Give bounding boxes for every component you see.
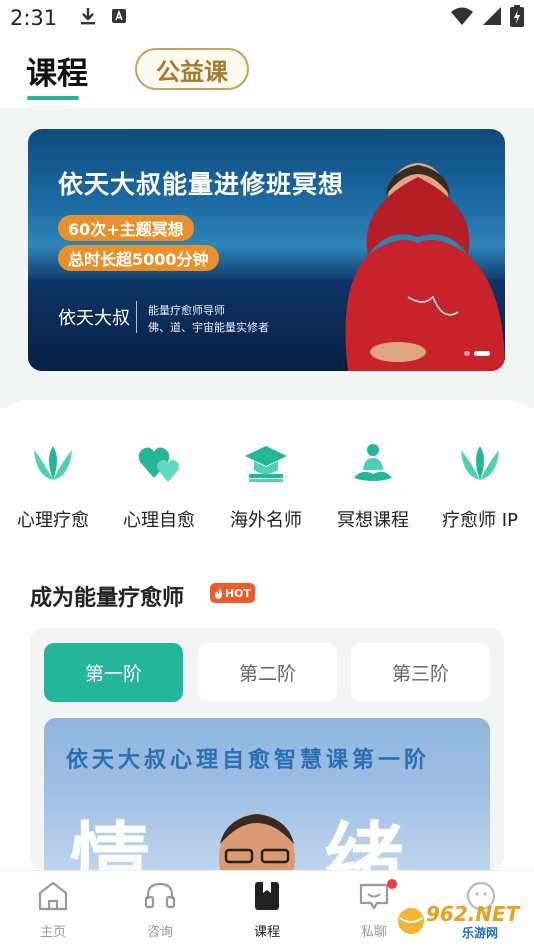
stage-tab-1[interactable]: 第一阶 xyxy=(44,643,183,702)
home-icon xyxy=(38,881,68,911)
watermark-logo: 962.NET 乐游网 xyxy=(396,898,530,944)
signal-icon xyxy=(482,6,502,30)
banner-title: 依天大叔能量进修班冥想 xyxy=(58,170,345,199)
nav-consult[interactable]: 咨询 xyxy=(120,879,200,940)
category-healer-ip[interactable]: 疗愈师 IP xyxy=(427,440,533,532)
tulip-icon xyxy=(34,446,72,480)
download-icon xyxy=(79,6,97,30)
category-psych-healing[interactable]: 心理疗愈 xyxy=(0,440,106,532)
banner-role-line-1: 能量疗愈师导师 xyxy=(148,304,225,317)
category-self-healing[interactable]: 心理自愈 xyxy=(106,440,212,532)
category-label: 海外名师 xyxy=(230,510,302,531)
category-label: 心理自愈 xyxy=(123,510,195,531)
tab-course[interactable]: 课程 xyxy=(26,48,88,93)
banner-instructor-name: 依天大叔 xyxy=(58,308,130,329)
nav-home[interactable]: 主页 xyxy=(13,879,93,940)
instructor-face xyxy=(219,814,295,870)
translate-icon xyxy=(111,8,127,28)
chat-bubble-icon xyxy=(359,883,389,910)
wifi-icon xyxy=(450,6,474,30)
bookmark-book-icon xyxy=(255,882,279,910)
hearts-icon xyxy=(138,447,179,482)
promo-banner[interactable]: 依天大叔能量进修班冥想 60次+主题冥想 总时长超5000分钟 依天大叔 能量疗… xyxy=(28,129,505,371)
category-label: 疗愈师 IP xyxy=(442,510,518,531)
active-tab-indicator xyxy=(27,96,79,100)
tulip-icon xyxy=(461,446,499,480)
carousel-dot-active xyxy=(474,351,490,356)
course-cover-char-right: 绪 xyxy=(324,814,404,870)
category-label: 心理疗愈 xyxy=(17,510,89,531)
battery-charging-icon xyxy=(510,5,524,31)
nav-label: 课程 xyxy=(253,925,280,940)
category-label: 冥想课程 xyxy=(337,510,409,531)
section-title: 成为能量疗愈师 xyxy=(30,586,185,611)
carousel-dot xyxy=(464,351,470,356)
category-row: 心理疗愈 心理自愈 海外名师 冥想课程 疗愈师 IP xyxy=(0,440,534,540)
content-card: 心理疗愈 心理自愈 海外名师 冥想课程 疗愈师 IP 成为能量疗愈师 HOT 第… xyxy=(0,400,534,870)
carousel-indicator xyxy=(464,351,490,356)
notification-dot xyxy=(387,879,397,889)
tab-public-course[interactable]: 公益课 xyxy=(135,48,249,90)
hot-badge: HOT xyxy=(210,583,255,603)
headset-icon xyxy=(144,882,176,909)
flame-icon xyxy=(214,587,223,599)
watermark-text: 962.NET xyxy=(426,902,520,926)
top-tab-bar: 课程 公益课 xyxy=(0,36,534,108)
watermark-subtext: 乐游网 xyxy=(462,926,499,940)
course-panel: 第一阶 第二阶 第三阶 依天大叔心理自愈智慧课第一阶 情 绪 xyxy=(30,628,504,870)
stage-tab-3[interactable]: 第三阶 xyxy=(351,643,490,702)
category-overseas-teachers[interactable]: 海外名师 xyxy=(213,440,319,532)
course-cover-char-left: 情 xyxy=(70,814,150,870)
banner-tag-sessions: 60次+主题冥想 xyxy=(58,215,194,241)
meditation-icon xyxy=(354,444,392,481)
banner-tag-duration: 总时长超5000分钟 xyxy=(58,245,219,271)
nav-label: 咨询 xyxy=(146,925,173,940)
stage-tab-2[interactable]: 第二阶 xyxy=(198,643,337,702)
nav-course[interactable]: 课程 xyxy=(227,879,307,940)
banner-divider xyxy=(136,301,137,333)
status-bar: 2:31 xyxy=(0,0,534,36)
category-meditation[interactable]: 冥想课程 xyxy=(320,440,426,532)
watermark-globe-icon xyxy=(398,908,424,934)
nav-label: 主页 xyxy=(39,925,66,940)
banner-role-line-2: 佛、道、宇宙能量实修者 xyxy=(148,321,269,334)
course-cover[interactable]: 依天大叔心理自愈智慧课第一阶 情 绪 xyxy=(44,718,490,870)
course-cover-title: 依天大叔心理自愈智慧课第一阶 xyxy=(66,748,431,773)
graduation-cap-icon xyxy=(245,446,287,482)
status-time: 2:31 xyxy=(10,6,58,30)
hot-badge-label: HOT xyxy=(224,586,252,600)
